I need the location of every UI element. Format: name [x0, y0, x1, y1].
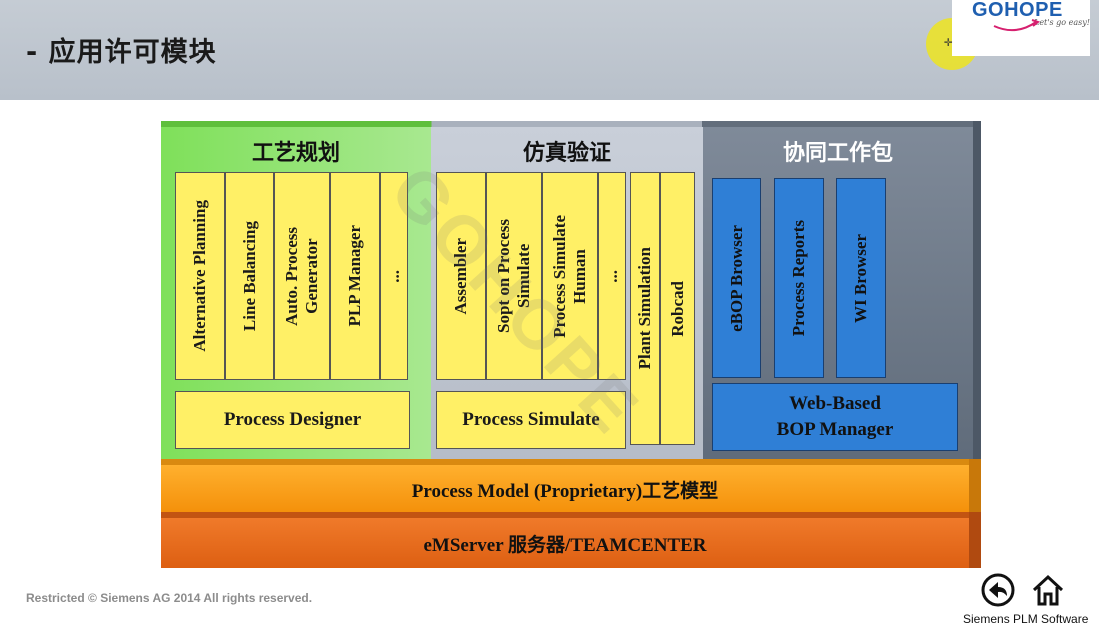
brand-text: Siemens PLM Software: [963, 612, 1089, 626]
emserver-layer: eMServer 服务器/TEAMCENTER: [161, 518, 969, 568]
module-label: Robcad: [667, 280, 687, 337]
module-plp-manager: PLP Manager: [330, 172, 380, 380]
module-alternative-planning: Alternative Planning: [175, 172, 225, 380]
module-line-balancing: Line Balancing: [225, 172, 274, 380]
collaboration-title: 协同工作包: [782, 141, 893, 166]
web-based-bop-manager-box: Web-Based BOP Manager: [712, 383, 958, 451]
module-label: eBOP Browser: [726, 224, 746, 332]
module-label: WI Browser: [851, 233, 870, 323]
page-title: - 应用许可模块: [26, 37, 217, 68]
back-icon[interactable]: [980, 572, 1016, 608]
module-label: Alternative Planning: [190, 200, 209, 352]
module-label: Plant Simulation: [635, 247, 654, 370]
module-label: ...: [602, 269, 621, 283]
simulation-title: 仿真验证: [522, 141, 611, 166]
crosshair-cursor-icon: ✛: [944, 34, 953, 50]
module-label: Line Balancing: [239, 220, 259, 332]
module-robcad: Robcad: [660, 172, 695, 445]
module-ebop-browser: eBOP Browser: [712, 178, 761, 378]
logo-swoosh-icon: [993, 19, 1040, 32]
gohope-logo: GOHOPE Let's go easy!: [952, 0, 1090, 56]
copyright-text: Restricted © Siemens AG 2014 All rights …: [26, 591, 313, 605]
module-label: PLP Manager: [345, 225, 364, 327]
layer-side-edge: [969, 459, 981, 513]
process-designer-box: Process Designer: [175, 391, 410, 449]
panel-side-edge: [973, 121, 981, 467]
planning-title: 工艺规划: [251, 141, 340, 166]
module-label: Auto. Process Generator: [282, 226, 321, 326]
module-label: Process Reports: [789, 219, 808, 337]
layer-side-edge: [969, 512, 981, 568]
module-process-reports: Process Reports: [774, 178, 824, 378]
home-icon[interactable]: [1030, 572, 1066, 608]
module-label: ...: [384, 269, 403, 283]
module-auto-process-generator: Auto. Process Generator: [274, 172, 330, 380]
module-wi-browser: WI Browser: [836, 178, 886, 378]
process-model-layer: Process Model (Proprietary)工艺模型: [161, 465, 969, 513]
logo-tagline: Let's go easy!: [1034, 18, 1090, 27]
